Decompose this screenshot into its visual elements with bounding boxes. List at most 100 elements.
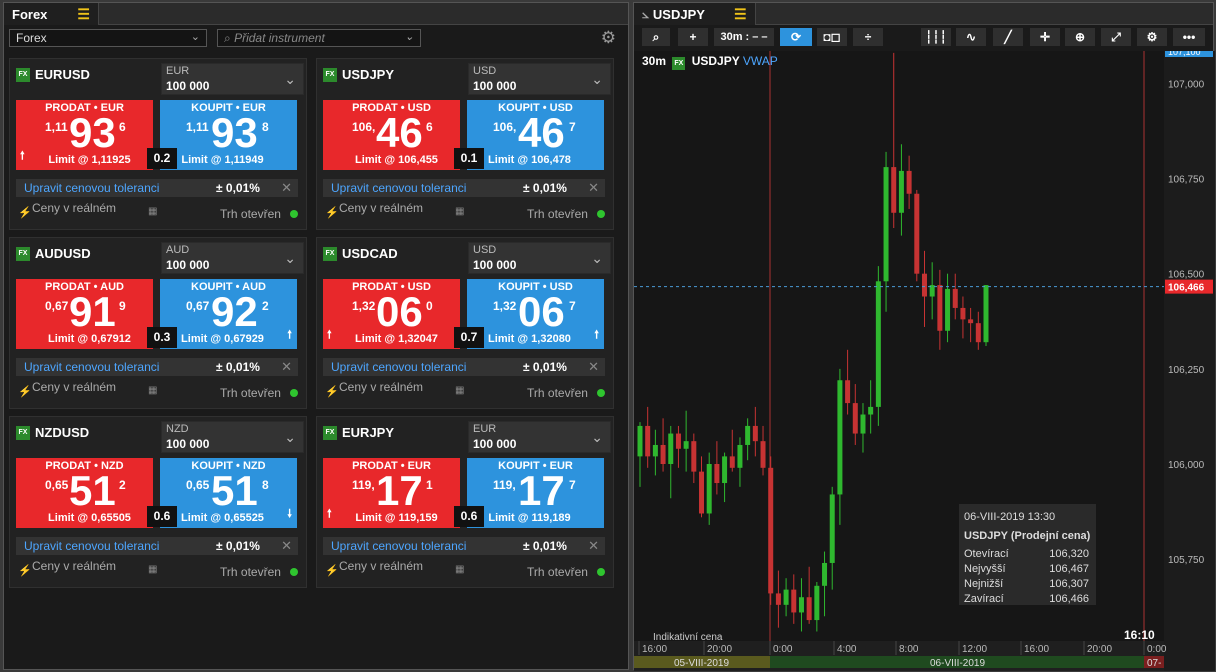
- usdjpy-chart[interactable]: 107,000 106,750 106,500 106,250 106,000 105,7…: [634, 51, 1215, 671]
- chart-settings-button[interactable]: ⚙: [1137, 28, 1167, 46]
- pair-name[interactable]: USDJPY: [342, 67, 394, 82]
- more-button[interactable]: •••: [1173, 28, 1205, 46]
- candle-body: [968, 319, 974, 324]
- sell-button[interactable]: PRODAT • USD 106, 46 6 Limit @ 106,455: [323, 100, 460, 170]
- sell-button[interactable]: PRODAT • NZD 0,65 51 2 Limit @ 0,65505: [16, 458, 153, 528]
- search-chart-button[interactable]: ⌕: [642, 28, 670, 46]
- candle-body: [745, 425, 751, 445]
- sell-button[interactable]: PRODAT • USD 1,32 06 0 Limit @ 1,32047 🠕: [323, 279, 460, 349]
- market-status: Trh otevřen: [220, 565, 281, 579]
- fullscreen-button[interactable]: ⤢: [1101, 28, 1131, 46]
- edit-tolerance-link[interactable]: Upravit cenovou toleranci: [24, 539, 159, 553]
- close-icon[interactable]: ✕: [281, 180, 292, 196]
- amount-currency: EUR: [473, 423, 497, 435]
- edit-tolerance-link[interactable]: Upravit cenovou toleranci: [24, 181, 159, 195]
- amount-select[interactable]: AUD 100 000 ⌄: [161, 242, 304, 274]
- buy-price-big: 06: [518, 288, 565, 335]
- calculator-icon[interactable]: ▦: [148, 564, 157, 575]
- sell-price-big: 46: [376, 109, 423, 156]
- close-icon[interactable]: ✕: [281, 538, 292, 554]
- fx-badge-icon: FX: [16, 68, 30, 82]
- close-icon[interactable]: ✕: [588, 359, 599, 375]
- amount-select[interactable]: EUR 100 000 ⌄: [161, 63, 304, 95]
- legend-indicator[interactable]: VWAP: [743, 54, 778, 68]
- lightning-icon: ⚡: [325, 386, 339, 398]
- menu-icon[interactable]: ☰: [734, 7, 747, 21]
- tolerance-value: ± 0,01%: [216, 539, 260, 553]
- pair-name[interactable]: AUDUSD: [35, 246, 91, 261]
- candle-body: [699, 471, 705, 514]
- search-icon: ⌕: [224, 31, 231, 45]
- candle-body: [845, 380, 851, 404]
- calculator-icon[interactable]: ▦: [148, 206, 157, 217]
- amount-select[interactable]: USD 100 000 ⌄: [468, 63, 611, 95]
- calculator-icon[interactable]: ▦: [455, 385, 464, 396]
- menu-icon[interactable]: ☰: [77, 7, 90, 21]
- calculator-icon[interactable]: ▦: [148, 385, 157, 396]
- close-icon[interactable]: ✕: [588, 180, 599, 196]
- amount-select[interactable]: EUR 100 000 ⌄: [468, 421, 611, 453]
- add-button[interactable]: +: [678, 28, 708, 46]
- edit-tolerance-link[interactable]: Upravit cenovou toleranci: [331, 360, 466, 374]
- indicators-button[interactable]: ∿: [956, 28, 986, 46]
- zoom-button[interactable]: ⊕: [1065, 28, 1095, 46]
- chevron-down-icon: ⌄: [591, 250, 603, 266]
- amount-currency: USD: [473, 244, 497, 256]
- sell-button[interactable]: PRODAT • EUR 119, 17 1 Limit @ 119,159 🠕: [323, 458, 460, 528]
- spread-value: 0.3: [147, 327, 177, 348]
- buy-button[interactable]: KOUPIT • AUD 0,67 92 2 Limit @ 0,67929 🠕: [160, 279, 297, 349]
- close-icon[interactable]: ✕: [281, 359, 292, 375]
- interval-button[interactable]: 30m : – –: [714, 28, 774, 46]
- buy-price-pip: 8: [262, 478, 269, 492]
- market-status: Trh otevřen: [527, 207, 588, 221]
- candle-body: [837, 380, 843, 495]
- split-button[interactable]: ÷: [853, 28, 883, 46]
- market-status: Trh otevřen: [527, 565, 588, 579]
- tolerance-bar: Upravit cenovou toleranci ± 0,01% ✕: [323, 537, 605, 555]
- spread-value: 0.6: [147, 506, 177, 527]
- line-tool-button[interactable]: ╱: [993, 28, 1023, 46]
- buy-button[interactable]: KOUPIT • USD 106, 46 7 Limit @ 106,478: [467, 100, 604, 170]
- tolerance-bar: Upravit cenovou toleranci ± 0,01% ✕: [323, 358, 605, 376]
- layout-button[interactable]: ◘◻: [817, 28, 847, 46]
- pair-name[interactable]: EURUSD: [35, 67, 90, 82]
- buy-button[interactable]: KOUPIT • USD 1,32 06 7 Limit @ 1,32080 🠕: [467, 279, 604, 349]
- pair-name[interactable]: USDCAD: [342, 246, 398, 261]
- sell-button[interactable]: PRODAT • AUD 0,67 91 9 Limit @ 0,67912: [16, 279, 153, 349]
- add-instrument-input[interactable]: ⌕ Přidat instrument ⌄: [217, 29, 421, 47]
- tile-footer: ⚡ Ceny v reálném ▦ Trh otevřen: [323, 559, 605, 583]
- buy-button[interactable]: KOUPIT • EUR 1,11 93 8 Limit @ 1,11949: [160, 100, 297, 170]
- candle-body: [722, 456, 728, 484]
- pair-name[interactable]: NZDUSD: [35, 425, 89, 440]
- calculator-icon[interactable]: ▦: [455, 206, 464, 217]
- tolerance-value: ± 0,01%: [216, 360, 260, 374]
- buy-limit: Limit @ 0,67929: [181, 333, 264, 345]
- amount-select[interactable]: NZD 100 000 ⌄: [161, 421, 304, 453]
- buy-button[interactable]: KOUPIT • EUR 119, 17 7 Limit @ 119,189: [467, 458, 604, 528]
- sell-limit: Limit @ 1,32047: [355, 333, 438, 345]
- buy-button[interactable]: KOUPIT • NZD 0,65 51 8 Limit @ 0,65525 🠗: [160, 458, 297, 528]
- edit-tolerance-link[interactable]: Upravit cenovou toleranci: [331, 181, 466, 195]
- tile-header: FX EURJPY EUR 100 000 ⌄: [317, 417, 615, 453]
- buy-price-big: 93: [211, 109, 258, 156]
- edit-tolerance-link[interactable]: Upravit cenovou toleranci: [24, 360, 159, 374]
- close-icon[interactable]: ✕: [588, 538, 599, 554]
- buy-price-prefix: 1,32: [493, 299, 517, 313]
- refresh-button[interactable]: ⟳: [780, 28, 812, 46]
- y-tick-label: 106,500: [1168, 270, 1205, 281]
- candles-button[interactable]: ┆┆┆: [921, 28, 951, 46]
- crosshair-button[interactable]: ✛: [1030, 28, 1060, 46]
- pair-name[interactable]: EURJPY: [342, 425, 394, 440]
- calculator-icon[interactable]: ▦: [455, 564, 464, 575]
- x-tick-label: 8:00: [899, 644, 919, 655]
- gear-icon[interactable]: ⚙: [601, 28, 616, 48]
- buy-price-pip: 7: [569, 299, 576, 313]
- amount-select[interactable]: USD 100 000 ⌄: [468, 242, 611, 274]
- edit-tolerance-link[interactable]: Upravit cenovou toleranci: [331, 539, 466, 553]
- tab-forex[interactable]: Forex ☰: [4, 3, 99, 25]
- buy-price-pip: 2: [262, 299, 269, 313]
- tab-usdjpy[interactable]: ⦣ USDJPY ☰: [634, 3, 756, 25]
- sell-button[interactable]: PRODAT • EUR 1,11 93 6 Limit @ 1,11925 🠕: [16, 100, 153, 170]
- list-select[interactable]: Forex ⌄: [9, 29, 207, 47]
- chevron-down-icon: ⌄: [284, 250, 296, 266]
